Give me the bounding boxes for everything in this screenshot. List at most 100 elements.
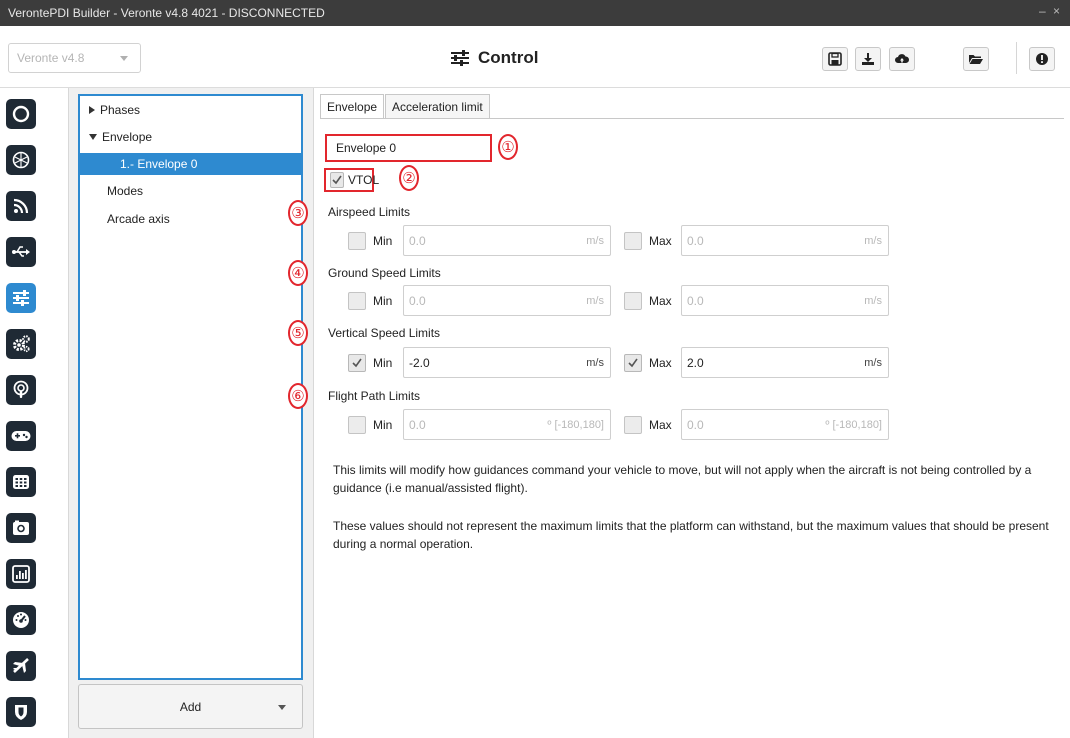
vtol-checkbox[interactable] <box>330 172 344 188</box>
sidebar-item-keypad[interactable] <box>6 467 36 497</box>
plane-icon <box>13 658 29 673</box>
tree-item-label: Modes <box>107 184 144 198</box>
max-checkbox[interactable] <box>624 354 642 372</box>
open-folder-button[interactable] <box>963 47 989 71</box>
sidebar-item-gears[interactable] <box>6 329 36 359</box>
chevron-down-icon[interactable] <box>278 705 286 710</box>
min-unit: º [-180,180] <box>547 419 604 431</box>
vtol-label: VTOL <box>348 173 380 187</box>
max-value: 0.0 <box>687 234 704 248</box>
rss-icon <box>13 198 29 214</box>
sidebar-item-camera[interactable] <box>6 513 36 543</box>
sidebar-item-control[interactable] <box>6 283 36 313</box>
save-button[interactable] <box>822 47 848 71</box>
max-checkbox[interactable] <box>624 416 642 434</box>
min-unit: m/s <box>586 235 604 247</box>
toolbar-separator <box>1016 42 1017 74</box>
max-label: Max <box>649 294 672 308</box>
callout-6: ⑥ <box>288 383 308 409</box>
callout-4: ④ <box>288 260 308 286</box>
max-input[interactable]: 0.0 m/s <box>681 225 889 256</box>
download-icon <box>862 53 874 65</box>
tree-item-phases[interactable]: Phases <box>80 99 301 121</box>
sidebar-item-sphere[interactable] <box>6 145 36 175</box>
tree-item-arcade-axis[interactable]: Arcade axis <box>80 208 301 230</box>
tree-panel: Phases Envelope 1.- Envelope 0 Modes Arc… <box>68 88 314 738</box>
envelope-name-value: Envelope 0 <box>336 141 397 155</box>
usb-icon <box>12 246 30 257</box>
sidebar-item-power[interactable] <box>6 99 36 129</box>
sphere-icon <box>12 151 30 169</box>
max-label: Max <box>649 418 672 432</box>
version-select[interactable]: Veronte v4.8 <box>8 43 141 73</box>
cloud-icon <box>895 54 910 63</box>
sidebar-item-podcast[interactable] <box>6 375 36 405</box>
max-input[interactable]: 0.0 º [-180,180] <box>681 409 889 440</box>
min-value: 0.0 <box>409 234 426 248</box>
min-unit: m/s <box>586 295 604 307</box>
tree-item-modes[interactable]: Modes <box>80 180 301 202</box>
min-value: -2.0 <box>409 356 430 370</box>
callout-2: ② <box>399 165 419 191</box>
max-unit: m/s <box>864 235 882 247</box>
sidebar-item-gamepad[interactable] <box>6 421 36 451</box>
min-checkbox[interactable] <box>348 354 366 372</box>
gauge-icon <box>13 612 29 628</box>
shield-icon <box>15 705 27 720</box>
expand-right-icon[interactable] <box>89 106 95 114</box>
window-titlebar: VerontePDI Builder - Veronte v4.8 4021 -… <box>0 0 1070 26</box>
tree-view: Phases Envelope 1.- Envelope 0 Modes Arc… <box>78 94 303 680</box>
min-input[interactable]: 0.0 m/s <box>403 285 611 316</box>
max-input[interactable]: 2.0 m/s <box>681 347 889 378</box>
ground-speed-limits-row: Min 0.0 m/s Max 0.0 m/s <box>346 285 906 317</box>
section-title: Airspeed Limits <box>328 205 411 219</box>
sliders-icon <box>451 50 469 66</box>
cloud-button[interactable] <box>889 47 915 71</box>
description-text: This limits will modify how guidances co… <box>333 463 1032 495</box>
min-checkbox[interactable] <box>348 232 366 250</box>
max-unit: m/s <box>864 295 882 307</box>
check-icon <box>332 175 342 185</box>
section-title: Flight Path Limits <box>328 389 421 403</box>
chevron-down-icon <box>120 56 128 61</box>
tree-item-envelope-0[interactable]: 1.- Envelope 0 <box>80 153 301 175</box>
sidebar-item-gauge[interactable] <box>6 605 36 635</box>
add-button[interactable]: Add <box>78 684 303 729</box>
tree-item-label: 1.- Envelope 0 <box>120 157 198 171</box>
tab-acceleration-limit[interactable]: Acceleration limit <box>385 94 490 118</box>
min-input[interactable]: -2.0 m/s <box>403 347 611 378</box>
tab-label: Acceleration limit <box>392 99 483 114</box>
tab-divider <box>320 118 1064 119</box>
vertical-speed-limits-row: Min -2.0 m/s Max 2.0 m/s <box>346 347 906 379</box>
callout-3: ③ <box>288 200 308 226</box>
info-button[interactable] <box>1029 47 1055 71</box>
max-checkbox[interactable] <box>624 232 642 250</box>
sidebar-item-chart[interactable] <box>6 559 36 589</box>
max-input[interactable]: 0.0 m/s <box>681 285 889 316</box>
min-checkbox[interactable] <box>348 416 366 434</box>
tree-item-envelope[interactable]: Envelope <box>80 126 301 148</box>
max-unit: m/s <box>864 357 882 369</box>
window-controls[interactable]: – × <box>1039 4 1062 18</box>
expand-down-icon[interactable] <box>89 134 97 140</box>
callout-1: ① <box>498 134 518 160</box>
sidebar-item-shield[interactable] <box>6 697 36 727</box>
sidebar-item-usb[interactable] <box>6 237 36 267</box>
min-value: 0.0 <box>409 418 426 432</box>
download-button[interactable] <box>855 47 881 71</box>
vtol-checkbox-row[interactable]: VTOL <box>324 168 379 192</box>
keypad-icon <box>13 475 29 489</box>
envelope-name-field[interactable]: Envelope 0 <box>325 134 492 162</box>
check-icon <box>352 358 362 368</box>
min-checkbox[interactable] <box>348 292 366 310</box>
envelope-editor: Envelope Acceleration limit Envelope 0 ①… <box>288 88 1070 738</box>
tab-envelope[interactable]: Envelope <box>320 94 385 118</box>
callout-5: ⑤ <box>288 320 308 346</box>
max-checkbox[interactable] <box>624 292 642 310</box>
sidebar-item-rss[interactable] <box>6 191 36 221</box>
min-label: Min <box>373 418 393 432</box>
sidebar-item-plane[interactable] <box>6 651 36 681</box>
min-input[interactable]: 0.0 º [-180,180] <box>403 409 611 440</box>
min-input[interactable]: 0.0 m/s <box>403 225 611 256</box>
tree-item-label: Phases <box>100 103 141 117</box>
